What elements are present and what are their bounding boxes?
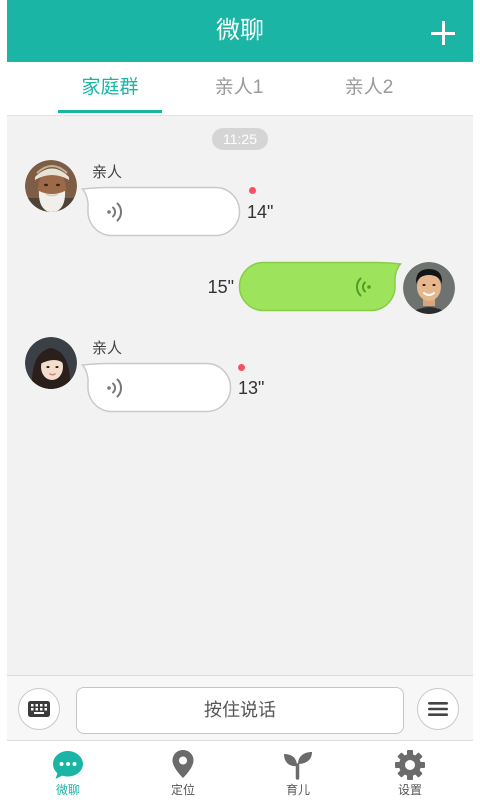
tab-relative-2[interactable]: 亲人2 <box>309 62 429 115</box>
sender-name: 亲人 <box>92 340 123 357</box>
voice-message-bubble-sent[interactable] <box>238 261 402 312</box>
tab-label: 家庭群 <box>81 77 139 98</box>
tab-family-group[interactable]: 家庭群 <box>50 62 170 115</box>
nav-item-location[interactable]: 定位 <box>138 741 228 800</box>
hold-to-talk-button[interactable]: 按住说话 <box>76 687 404 734</box>
timestamp-badge: 11:25 <box>212 128 268 150</box>
avatar[interactable] <box>25 337 77 389</box>
chat-bubble-icon <box>53 751 83 779</box>
bottom-navigation: 微聊 定位 育儿 设置 <box>7 740 473 800</box>
keyboard-toggle-button[interactable] <box>18 688 60 730</box>
nav-item-parenting[interactable]: 育儿 <box>253 741 343 800</box>
avatar[interactable] <box>25 160 77 212</box>
tab-relative-1[interactable]: 亲人1 <box>179 62 299 115</box>
input-bar: 按住说话 <box>7 675 473 740</box>
voice-wave-icon <box>107 202 122 222</box>
sprout-icon <box>284 752 312 780</box>
nav-item-chat[interactable]: 微聊 <box>23 741 113 800</box>
menu-icon <box>428 702 448 716</box>
voice-wave-icon <box>107 378 122 398</box>
active-tab-indicator <box>58 110 162 113</box>
unread-indicator <box>237 363 245 371</box>
location-pin-icon <box>172 750 194 778</box>
plus-icon-vertical <box>441 21 445 45</box>
chat-message-list[interactable]: 11:25 亲人 14" 15" 亲人 13" <box>7 116 473 675</box>
gear-icon <box>395 750 425 780</box>
keyboard-icon <box>28 701 50 717</box>
voice-duration: 13" <box>238 378 265 398</box>
nav-label: 设置 <box>397 783 422 797</box>
page-title: 微聊 <box>216 17 264 44</box>
voice-wave-icon <box>356 277 371 297</box>
chat-group-tabs: 家庭群 亲人1 亲人2 <box>7 62 473 116</box>
add-button[interactable] <box>424 13 462 53</box>
unread-indicator <box>248 186 256 194</box>
sender-name: 亲人 <box>92 164 123 181</box>
nav-label: 微聊 <box>55 783 80 797</box>
voice-duration: 14" <box>247 202 274 222</box>
nav-label: 定位 <box>170 783 195 797</box>
menu-button[interactable] <box>417 688 459 730</box>
voice-duration: 15" <box>207 277 234 297</box>
tab-label: 亲人1 <box>214 77 264 98</box>
nav-item-settings[interactable]: 设置 <box>365 741 455 800</box>
app-header: 微聊 <box>7 0 473 62</box>
my-avatar[interactable] <box>403 262 455 314</box>
nav-label: 育儿 <box>285 783 310 797</box>
tab-label: 亲人2 <box>344 77 394 98</box>
